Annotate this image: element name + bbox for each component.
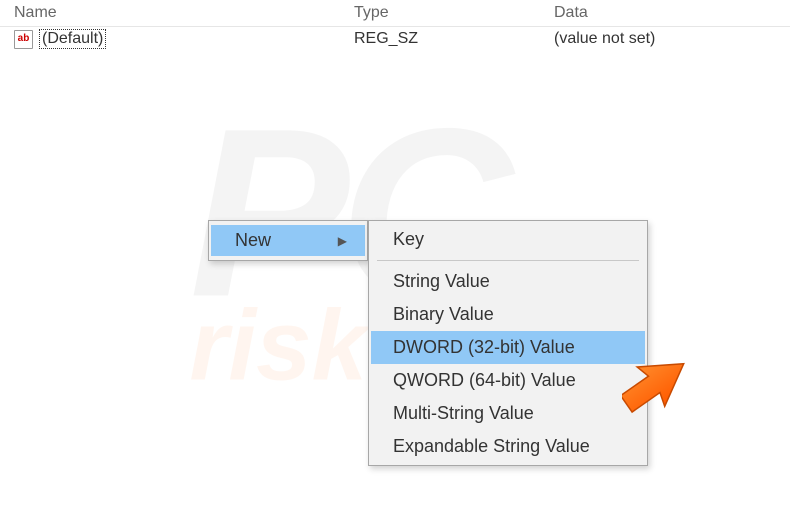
column-name-header[interactable]: Name [14,4,354,22]
column-headers: Name Type Data [0,0,790,27]
submenu-item-qword64[interactable]: QWORD (64-bit) Value [371,364,645,397]
column-type-header[interactable]: Type [354,4,554,22]
context-menu[interactable]: New ▶ [208,220,368,261]
submenu-item-label: Multi-String Value [393,403,534,424]
submenu-item-string[interactable]: String Value [371,265,645,298]
submenu-item-label: String Value [393,271,490,292]
submenu-arrow-icon: ▶ [338,234,347,248]
submenu-item-dword32[interactable]: DWORD (32-bit) Value [371,331,645,364]
submenu-item-label: Key [393,229,424,250]
submenu-item-key[interactable]: Key [371,223,645,256]
value-data: (value not set) [554,30,790,48]
value-row[interactable]: ab (Default) REG_SZ (value not set) [0,27,790,51]
submenu-item-label: Binary Value [393,304,494,325]
submenu-item-multistring[interactable]: Multi-String Value [371,397,645,430]
submenu-item-label: Expandable String Value [393,436,590,457]
submenu-item-label: DWORD (32-bit) Value [393,337,575,358]
submenu-item-label: QWORD (64-bit) Value [393,370,576,391]
value-type: REG_SZ [354,30,554,48]
context-submenu-new[interactable]: Key String Value Binary Value DWORD (32-… [368,220,648,466]
column-data-header[interactable]: Data [554,4,790,22]
context-menu-item-label: New [235,230,271,251]
submenu-item-expandable[interactable]: Expandable String Value [371,430,645,463]
string-value-icon: ab [14,30,33,49]
submenu-separator [377,260,639,261]
value-name[interactable]: (Default) [39,29,106,49]
submenu-item-binary[interactable]: Binary Value [371,298,645,331]
context-menu-item-new[interactable]: New ▶ [211,225,365,256]
